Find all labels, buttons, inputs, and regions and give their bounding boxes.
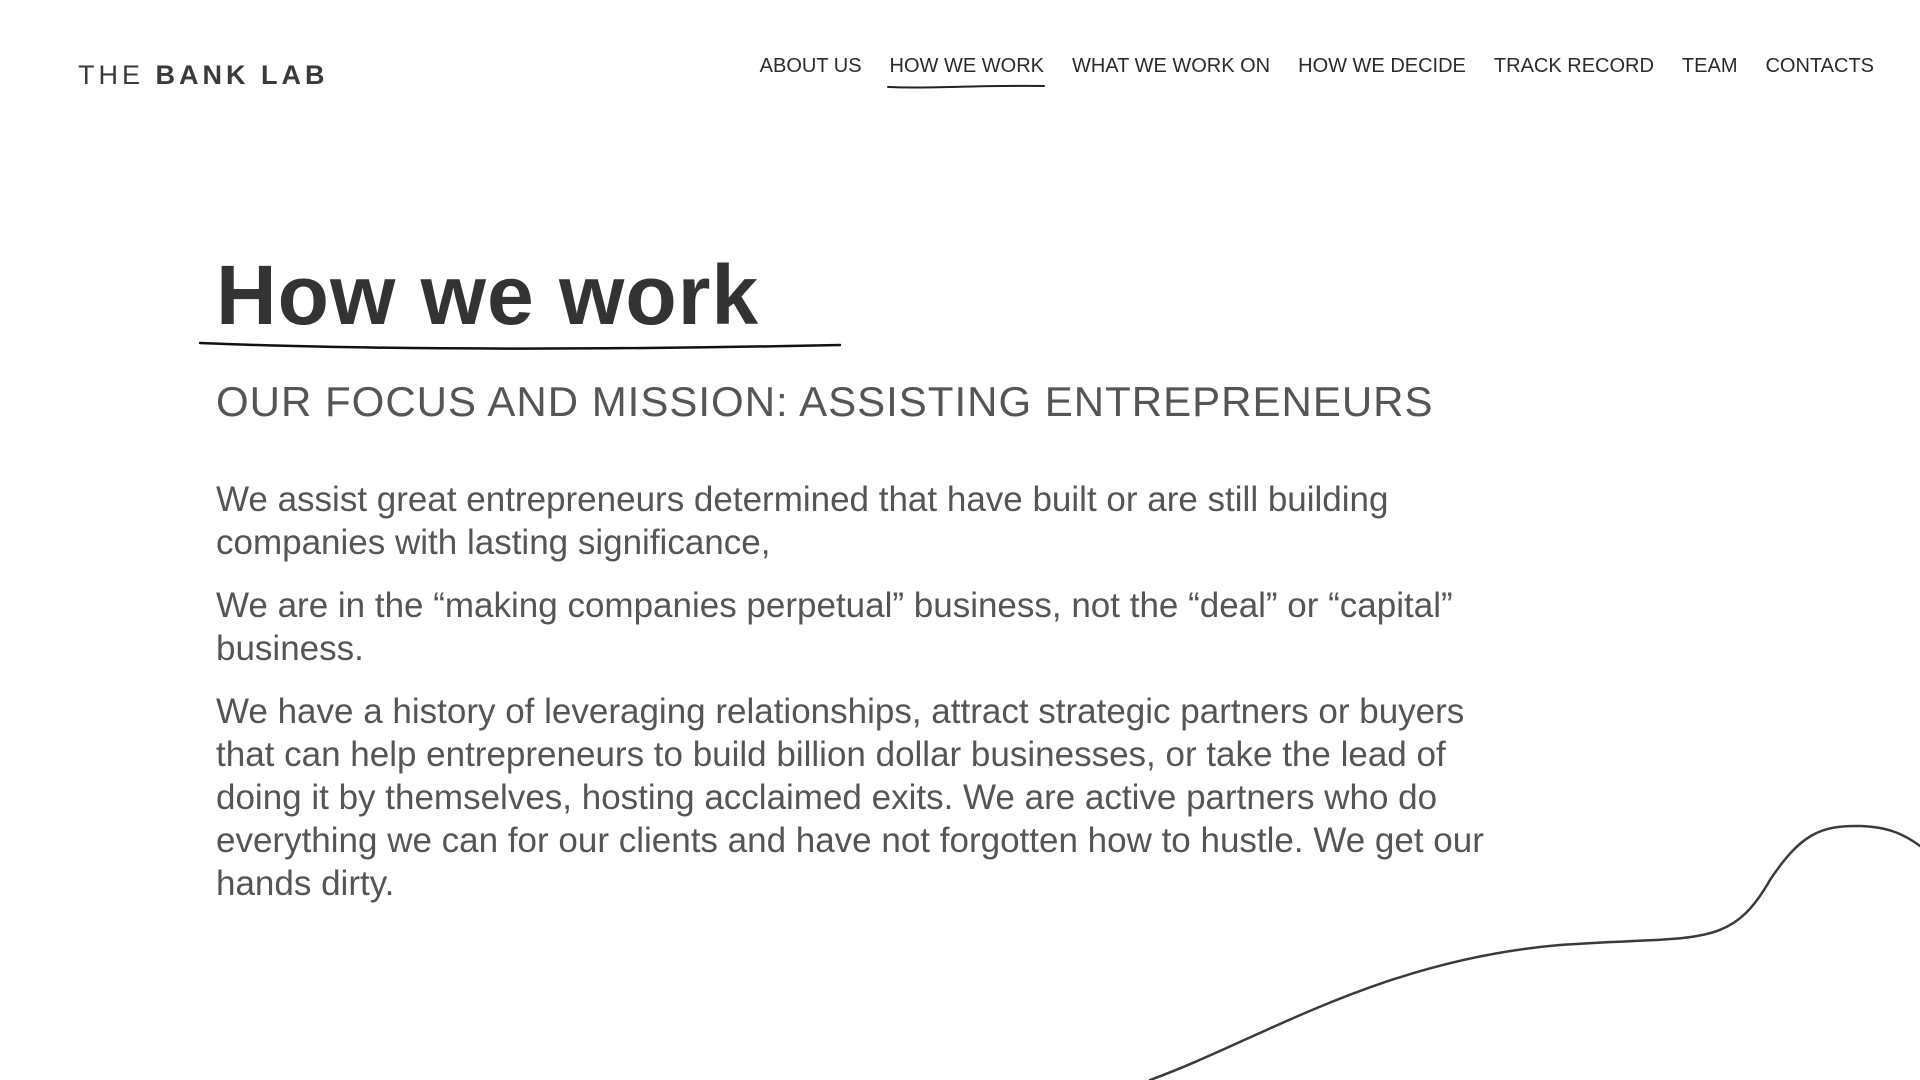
logo-the: THE — [78, 60, 144, 90]
paragraph: We assist great entrepreneurs determined… — [216, 480, 1389, 562]
page-title: How we work — [216, 248, 760, 342]
nav-item-what-we-work-on[interactable]: WHAT WE WORK ON — [1072, 55, 1270, 84]
nav-item-about-us[interactable]: ABOUT US — [760, 55, 862, 84]
paragraph: We are in the “making companies perpetua… — [216, 586, 1453, 668]
nav-item-how-we-work-label: HOW WE WORK — [889, 55, 1044, 77]
nav-item-contacts[interactable]: CONTACTS — [1765, 55, 1874, 84]
active-nav-underline — [886, 84, 1045, 89]
page-title-wrap: How we work — [198, 245, 842, 350]
section-subtitle: OUR FOCUS AND MISSION: ASSISTING ENTREPR… — [216, 378, 1434, 425]
page: THE BANK LAB ABOUT US HOW WE WORK WHAT W… — [0, 0, 1920, 1080]
nav-item-team[interactable]: TEAM — [1682, 55, 1738, 84]
main-nav: ABOUT US HOW WE WORK WHAT WE WORK ON HOW… — [760, 55, 1874, 89]
logo-bank-lab: BANK LAB — [155, 60, 329, 90]
nav-item-track-record[interactable]: TRACK RECORD — [1494, 55, 1654, 84]
body-text: We assist great entrepreneurs determined… — [216, 478, 1486, 925]
nav-item-how-we-decide[interactable]: HOW WE DECIDE — [1298, 55, 1466, 84]
logo[interactable]: THE BANK LAB — [78, 60, 329, 91]
paragraph: We have a history of leveraging relation… — [216, 692, 1484, 903]
title-underline — [198, 341, 842, 350]
nav-item-how-we-work[interactable]: HOW WE WORK — [886, 55, 1045, 89]
